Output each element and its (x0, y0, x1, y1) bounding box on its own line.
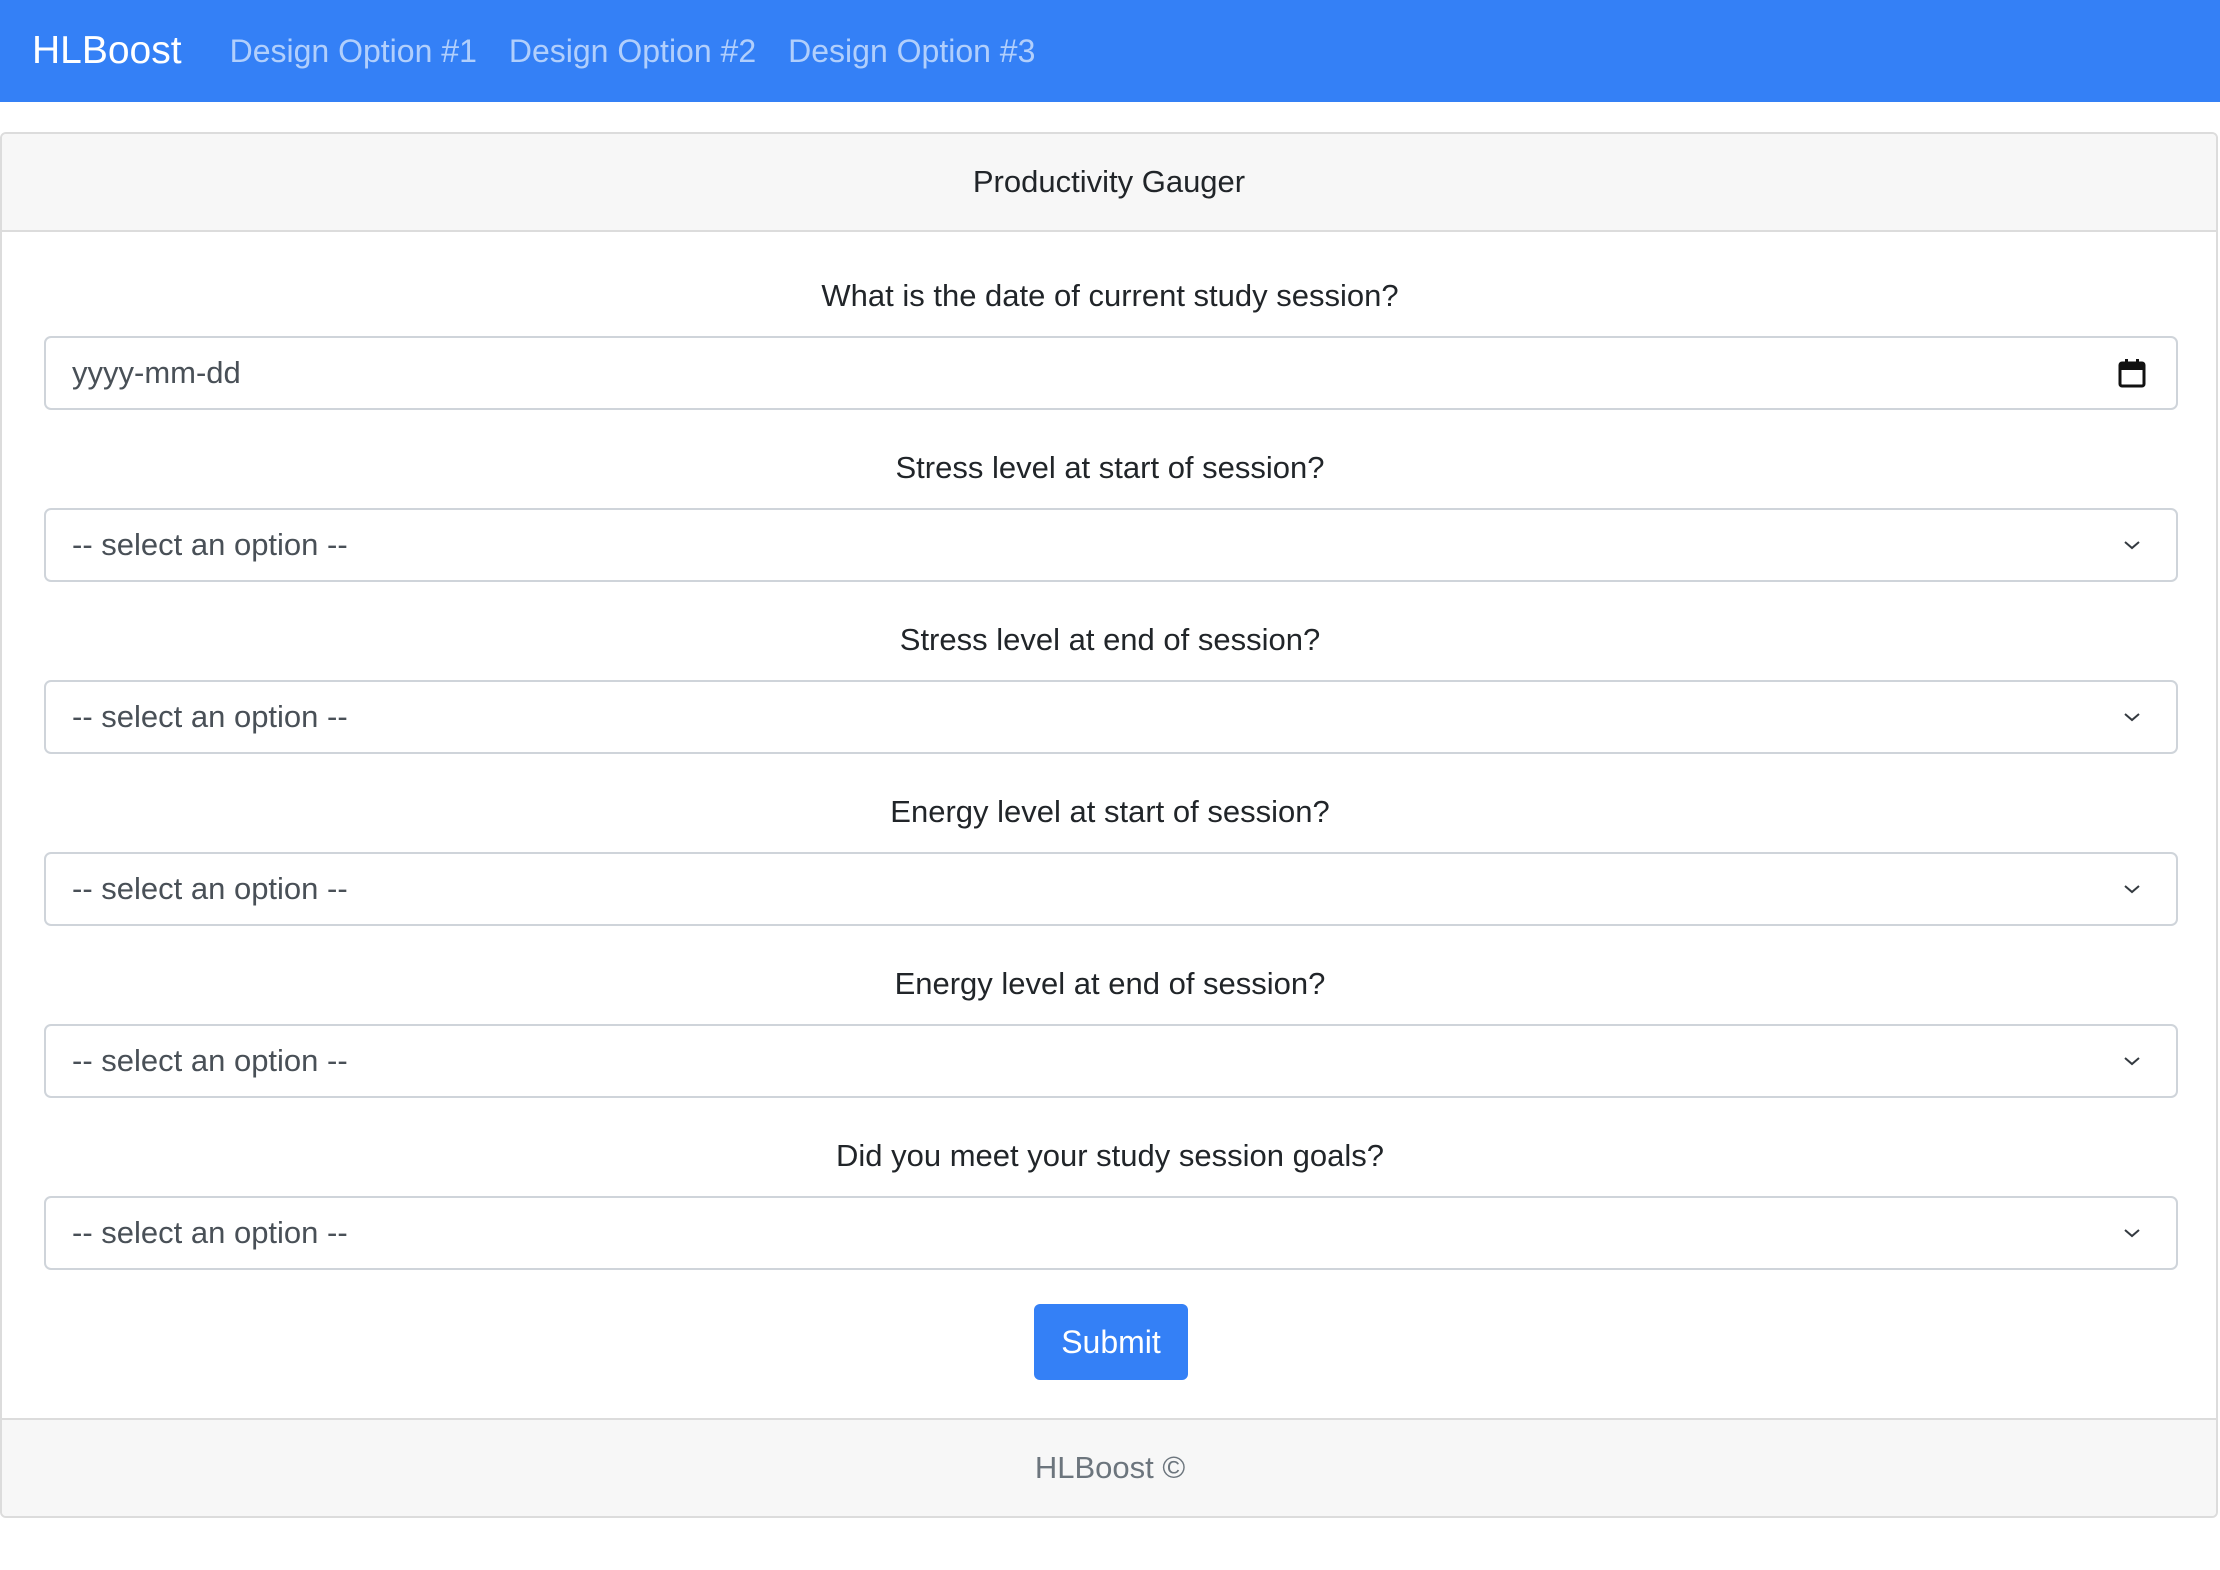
energy-start-select-value: -- select an option -- (72, 871, 348, 906)
energy-end-select[interactable]: -- select an option -- (44, 1024, 2178, 1098)
stress-start-select-value: -- select an option -- (72, 527, 348, 562)
stress-end-label: Stress level at end of session? (899, 622, 1321, 657)
energy-start-select[interactable]: -- select an option -- (44, 852, 2178, 926)
date-input[interactable]: yyyy-mm-dd (44, 336, 2178, 410)
card-header: Productivity Gauger (2, 134, 2216, 232)
card-title: Productivity Gauger (972, 164, 1246, 199)
calendar-icon[interactable] (2112, 353, 2152, 393)
chevron-down-icon (2112, 1213, 2152, 1253)
goals-met-select[interactable]: -- select an option -- (44, 1196, 2178, 1270)
energy-end-label: Energy level at end of session? (894, 966, 1326, 1001)
stress-end-select-value: -- select an option -- (72, 699, 348, 734)
chevron-down-icon (2112, 869, 2152, 909)
nav-link-design-option-2[interactable]: Design Option #2 (509, 33, 756, 70)
stress-start-label: Stress level at start of session? (895, 450, 1325, 485)
form-body: What is the date of current study sessio… (2, 232, 2216, 1422)
submit-button[interactable]: Submit (1034, 1304, 1188, 1380)
chevron-down-icon (2112, 525, 2152, 565)
chevron-down-icon (2112, 697, 2152, 737)
energy-end-select-value: -- select an option -- (72, 1043, 348, 1078)
date-label: What is the date of current study sessio… (821, 278, 1399, 313)
footer-text: HLBoost © (1034, 1450, 1186, 1485)
goals-met-select-value: -- select an option -- (72, 1215, 348, 1250)
stress-start-select[interactable]: -- select an option -- (44, 508, 2178, 582)
goals-met-label: Did you meet your study session goals? (836, 1138, 1384, 1173)
chevron-down-icon (2112, 1041, 2152, 1081)
top-navbar: HLBoost Design Option #1 Design Option #… (0, 0, 2220, 102)
nav-link-design-option-1[interactable]: Design Option #1 (230, 33, 477, 70)
card-footer: HLBoost © (2, 1418, 2216, 1516)
stress-end-select[interactable]: -- select an option -- (44, 680, 2178, 754)
productivity-form-card: Productivity Gauger What is the date of … (0, 132, 2218, 1518)
nav-link-design-option-3[interactable]: Design Option #3 (788, 33, 1035, 70)
brand-link[interactable]: HLBoost (32, 29, 182, 73)
energy-start-label: Energy level at start of session? (890, 794, 1330, 829)
date-input-value: yyyy-mm-dd (72, 355, 241, 390)
